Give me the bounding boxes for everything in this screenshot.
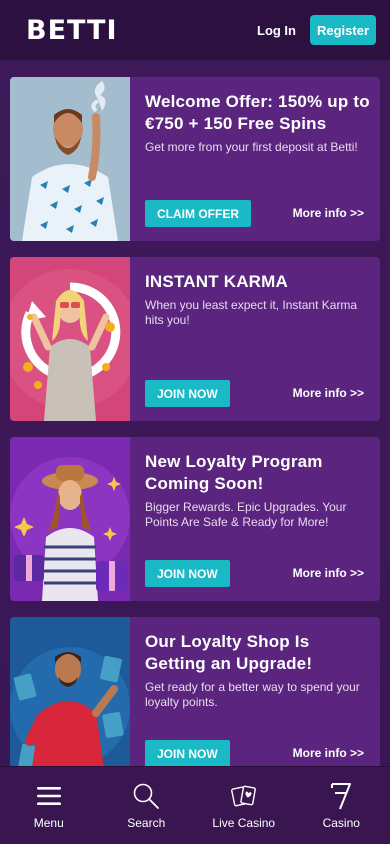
more-info-link[interactable]: More info >> bbox=[293, 206, 364, 220]
promo-image-woman-coins bbox=[10, 257, 130, 421]
promo-card-welcome[interactable]: Welcome Offer: 150% up to €750 + 150 Fre… bbox=[10, 77, 380, 241]
login-link[interactable]: Log In bbox=[257, 23, 296, 38]
hamburger-icon bbox=[36, 781, 62, 811]
promo-image-woman-gifts bbox=[10, 437, 130, 601]
promo-card-loyalty-shop[interactable]: Our Loyalty Shop Is Getting an Upgrade! … bbox=[10, 617, 380, 766]
nav-label: Live Casino bbox=[212, 816, 276, 830]
search-icon bbox=[132, 781, 160, 811]
promo-title: Welcome Offer: 150% up to €750 + 150 Fre… bbox=[145, 92, 370, 133]
betti-logo[interactable]: BETTI bbox=[26, 15, 118, 46]
promo-title: New Loyalty Program Coming Soon! bbox=[145, 452, 323, 493]
promo-image-man-cards bbox=[10, 617, 130, 766]
promo-description: Get more from your first deposit at Bett… bbox=[145, 140, 358, 154]
nav-label: Menu bbox=[33, 816, 64, 830]
nav-label: Search bbox=[127, 816, 166, 830]
join-now-button[interactable]: JOIN NOW bbox=[145, 380, 230, 407]
promo-title: INSTANT KARMA bbox=[145, 272, 288, 291]
promo-description: When you least expect it, Instant Karma … bbox=[145, 298, 358, 327]
promo-card-instant-karma[interactable]: INSTANT KARMA When you least expect it, … bbox=[10, 257, 380, 421]
nav-menu[interactable]: Menu bbox=[4, 781, 94, 830]
promo-description: Get ready for a better way to spend your… bbox=[145, 680, 360, 709]
top-bar: BETTI Log In Register bbox=[0, 0, 390, 60]
register-button[interactable]: Register bbox=[310, 15, 376, 45]
claim-offer-button[interactable]: CLAIM OFFER bbox=[145, 200, 251, 227]
seven-icon bbox=[329, 781, 353, 811]
join-now-button[interactable]: JOIN NOW bbox=[145, 560, 230, 587]
promotions-feed[interactable]: Welcome Offer: 150% up to €750 + 150 Fre… bbox=[0, 60, 390, 766]
header-actions: Log In Register bbox=[257, 15, 376, 45]
promo-title: Our Loyalty Shop Is Getting an Upgrade! bbox=[145, 632, 313, 673]
cards-icon bbox=[230, 781, 257, 811]
promo-description: Bigger Rewards. Epic Upgrades. Your Poin… bbox=[145, 500, 347, 529]
more-info-link[interactable]: More info >> bbox=[293, 746, 364, 760]
promo-card-loyalty-program[interactable]: New Loyalty Program Coming Soon! Bigger … bbox=[10, 437, 380, 601]
more-info-link[interactable]: More info >> bbox=[293, 566, 364, 580]
nav-live-casino[interactable]: Live Casino bbox=[199, 781, 289, 830]
promo-image-bearded-man bbox=[10, 77, 130, 241]
nav-casino[interactable]: Casino bbox=[296, 781, 386, 830]
nav-label: Casino bbox=[322, 816, 360, 830]
more-info-link[interactable]: More info >> bbox=[293, 386, 364, 400]
bottom-navigation: Menu Search Live Casino Casino bbox=[0, 766, 390, 844]
nav-search[interactable]: Search bbox=[101, 781, 191, 830]
join-now-button[interactable]: JOIN NOW bbox=[145, 740, 230, 766]
